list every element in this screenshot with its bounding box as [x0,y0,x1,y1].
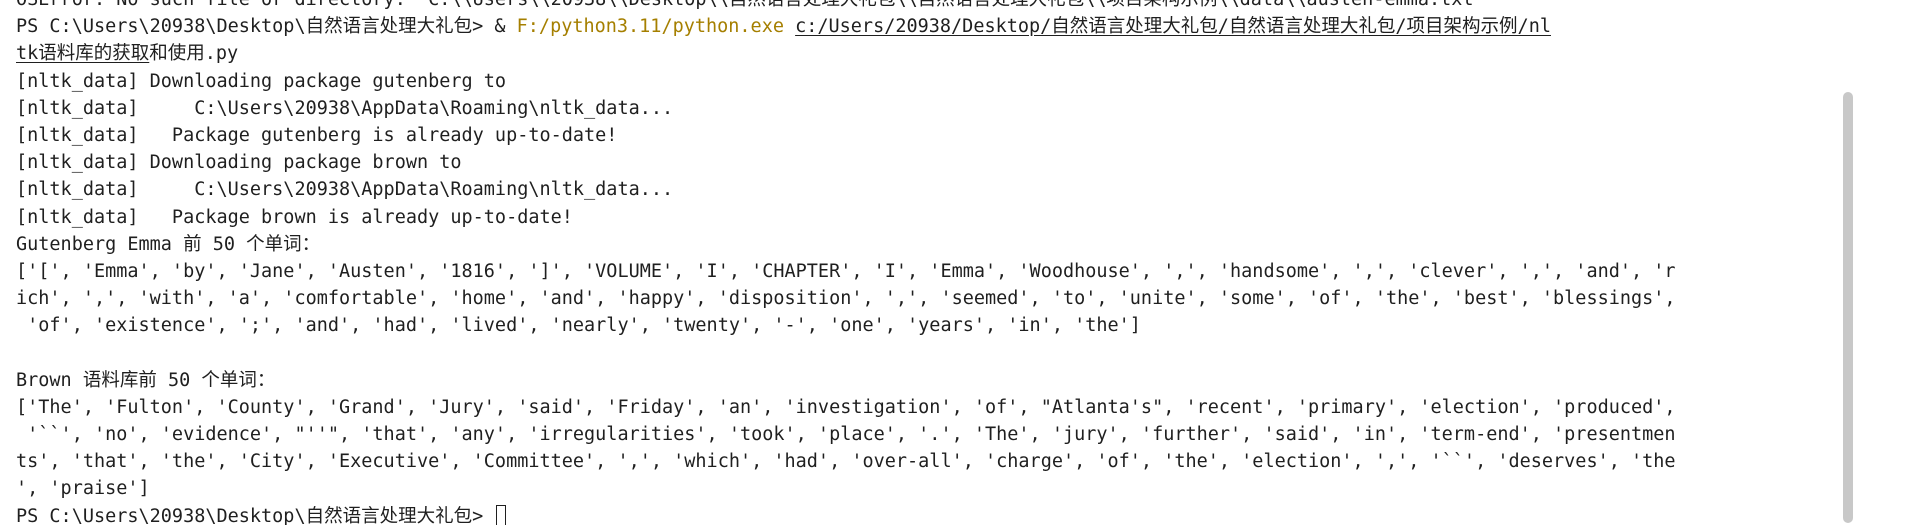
terminal-line: [nltk_data] Downloading package gutenber… [16,70,507,92]
terminal-line: [nltk_data] C:\Users\20938\AppData\Roami… [16,179,674,201]
cursor [496,505,507,525]
terminal-line: OSError: No such file or directory: 'C:\… [16,0,1826,13]
terminal-line: ['[', 'Emma', 'by', 'Jane', 'Austen', '1… [16,260,1676,282]
terminal-line: ['The', 'Fulton', 'County', 'Grand', 'Ju… [16,396,1676,418]
scrollbar-thumb[interactable] [1843,92,1853,523]
terminal-panel[interactable]: OSError: No such file or directory: 'C:\… [0,0,1840,525]
command-line: PS C:\Users\20938\Desktop\自然语言处理大礼包> & F… [16,13,1826,40]
prompt: PS C:\Users\20938\Desktop\自然语言处理大礼包> [16,16,495,38]
terminal-output: OSError: No such file or directory: 'C:\… [16,0,1826,525]
terminal-line: 'of', 'existence', ';', 'and', 'had', 'l… [16,315,1141,337]
terminal-line: '``', 'no', 'evidence', "''", 'that', 'a… [16,424,1676,445]
prompt: PS C:\Users\20938\Desktop\自然语言处理大礼包> [16,505,495,525]
terminal-line: ', 'praise'] [16,478,150,500]
terminal-line: [nltk_data] Downloading package brown to [16,152,462,174]
terminal-line: [nltk_data] C:\Users\20938\AppData\Roami… [16,97,674,119]
script-path-rest: 和使用.py [149,43,239,65]
terminal-line: ts', 'that', 'the', 'City', 'Executive',… [16,451,1676,473]
terminal-line: Gutenberg Emma 前 50 个单词： [16,233,321,255]
terminal-line: ich', ',', 'with', 'a', 'comfortable', '… [16,288,1676,310]
terminal-line: Brown 语料库前 50 个单词： [16,369,276,391]
script-path-link[interactable]: c:/Users/20938/Desktop/自然语言处理大礼包/自然语言处理大… [795,16,1551,37]
script-path-link-continued[interactable]: tk语料库的获取 [16,43,149,64]
call-operator: & [494,16,517,38]
terminal-line: [nltk_data] Package brown is already up-… [16,206,573,228]
command-line-wrap: tk语料库的获取和使用.py [16,40,1826,67]
terminal-line: [nltk_data] Package gutenberg is already… [16,124,618,146]
final-prompt-line[interactable]: PS C:\Users\20938\Desktop\自然语言处理大礼包> [16,503,1826,525]
python-executable[interactable]: F:/python3.11/python.exe [517,16,784,37]
